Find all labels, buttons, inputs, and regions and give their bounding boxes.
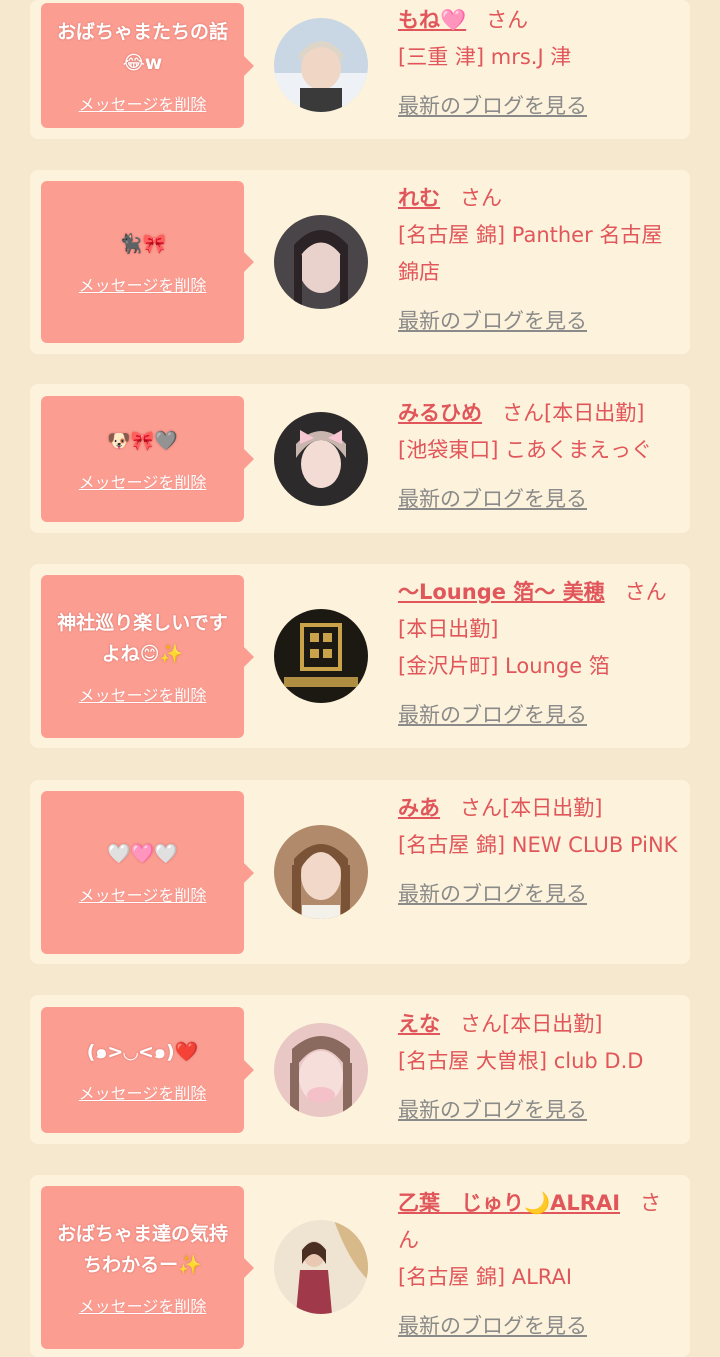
entry-info: 〜Lounge 箔〜 美穂 さん[本日出勤] [金沢片町] Lounge 箔 最新… <box>398 574 680 734</box>
view-blog-link[interactable]: 最新のブログを見る <box>398 1308 680 1345</box>
girl-name-link[interactable]: れむ <box>398 186 440 210</box>
view-blog-link[interactable]: 最新のブログを見る <box>398 303 680 340</box>
shop-label: [金沢片町] Lounge 箔 <box>398 654 610 678</box>
delete-message-link[interactable]: メッセージを削除 <box>79 882 207 906</box>
girl-name-link[interactable]: もね🩷 <box>398 8 466 32</box>
message-text: おばちゃま達の気持ちわかるー✨ <box>56 1222 228 1276</box>
view-blog-link[interactable]: 最新のブログを見る <box>398 481 680 518</box>
entry-info: れむ さん [名古屋 錦] Panther 名古屋錦店 最新のブログを見る <box>398 180 680 340</box>
shop-label: [名古屋 錦] ALRAI <box>398 1265 573 1289</box>
girl-name-link[interactable]: 〜Lounge 箔〜 美穂 <box>398 580 605 604</box>
shop-label: [名古屋 錦] NEW CLUB PiNK <box>398 833 678 857</box>
san-suffix: さん <box>486 8 529 32</box>
shop-label: [三重 津] mrs.J 津 <box>398 45 572 69</box>
avatar[interactable] <box>274 412 368 506</box>
message-text: 🐈‍⬛🎀 <box>118 232 167 255</box>
message-bubble: 🐈‍⬛🎀 メッセージを削除 <box>41 181 254 343</box>
delete-message-link[interactable]: メッセージを削除 <box>79 1080 207 1104</box>
girl-name-link[interactable]: えな <box>398 1012 440 1036</box>
message-card: 神社巡り楽しいですよね😊✨ メッセージを削除 〜Lounge 箔〜 美穂 さん[本… <box>30 564 690 748</box>
message-card: 🐈‍⬛🎀 メッセージを削除 れむ さん [名古屋 錦] Panther 名古屋錦店… <box>30 170 690 354</box>
avatar[interactable] <box>274 1220 368 1314</box>
entry-info: みあ さん[本日出勤] [名古屋 錦] NEW CLUB PiNK 最新のブログを… <box>398 790 680 913</box>
message-text: おばちゃまたちの話😂w <box>56 20 228 74</box>
entry-info: もね🩷 さん [三重 津] mrs.J 津 最新のブログを見る <box>398 2 680 125</box>
message-text: 神社巡り楽しいですよね😊✨ <box>57 611 228 665</box>
entry-info: えな さん[本日出勤] [名古屋 大曽根] club D.D 最新のブログを見る <box>398 1006 680 1129</box>
message-card: おばちゃま達の気持ちわかるー✨ メッセージを削除 乙葉 じゅり🌙ALRAI さん … <box>30 1175 690 1357</box>
girl-name-link[interactable]: 乙葉 じゅり🌙ALRAI <box>398 1191 620 1215</box>
message-bubble: 🐶🎀🩶 メッセージを削除 <box>41 396 254 522</box>
shop-label: [名古屋 大曽根] club D.D <box>398 1049 644 1073</box>
delete-message-link[interactable]: メッセージを削除 <box>79 469 207 493</box>
delete-message-link[interactable]: メッセージを削除 <box>79 682 207 706</box>
message-text: (๑>◡<๑)❤️ <box>86 1040 199 1063</box>
san-suffix: さん[本日出勤] <box>502 401 645 425</box>
message-card: (๑>◡<๑)❤️ メッセージを削除 えな さん[本日出勤] [名古屋 大曽根] … <box>30 995 690 1144</box>
delete-message-link[interactable]: メッセージを削除 <box>79 91 207 115</box>
message-bubble: (๑>◡<๑)❤️ メッセージを削除 <box>41 1007 254 1133</box>
avatar[interactable] <box>274 609 368 703</box>
san-suffix: さん[本日出勤] <box>460 796 603 820</box>
message-text: 🤍🩷🤍 <box>107 843 178 865</box>
avatar[interactable] <box>274 215 368 309</box>
entry-info: 乙葉 じゅり🌙ALRAI さん [名古屋 錦] ALRAI 最新のブログを見る <box>398 1185 680 1345</box>
message-card: おばちゃまたちの話😂w メッセージを削除 もね🩷 さん [三重 津] mrs.J … <box>30 0 690 139</box>
message-bubble: 🤍🩷🤍 メッセージを削除 <box>41 791 254 954</box>
message-text: 🐶🎀🩶 <box>107 429 178 452</box>
san-suffix: さん <box>460 186 502 210</box>
view-blog-link[interactable]: 最新のブログを見る <box>398 697 680 734</box>
shop-label: [池袋東口] こあくまえっぐ <box>398 438 653 462</box>
girl-name-link[interactable]: みるひめ <box>398 401 482 425</box>
view-blog-link[interactable]: 最新のブログを見る <box>398 876 680 913</box>
message-card: 🐶🎀🩶 メッセージを削除 みるひめ さん[本日出勤] [池袋東口] こあくまえっぐ… <box>30 384 690 533</box>
message-card: 🤍🩷🤍 メッセージを削除 みあ さん[本日出勤] [名古屋 錦] NEW CLUB… <box>30 780 690 964</box>
entry-info: みるひめ さん[本日出勤] [池袋東口] こあくまえっぐ 最新のブログを見る <box>398 395 680 518</box>
avatar[interactable] <box>274 825 368 919</box>
delete-message-link[interactable]: メッセージを削除 <box>79 272 207 296</box>
view-blog-link[interactable]: 最新のブログを見る <box>398 88 680 125</box>
avatar[interactable] <box>274 1023 368 1117</box>
san-suffix: さん[本日出勤] <box>460 1012 603 1036</box>
girl-name-link[interactable]: みあ <box>398 796 440 820</box>
shop-label: [名古屋 錦] Panther 名古屋錦店 <box>398 223 663 284</box>
message-bubble: おばちゃま達の気持ちわかるー✨ メッセージを削除 <box>41 1186 254 1349</box>
delete-message-link[interactable]: メッセージを削除 <box>79 1293 207 1317</box>
view-blog-link[interactable]: 最新のブログを見る <box>398 1092 680 1129</box>
message-bubble: 神社巡り楽しいですよね😊✨ メッセージを削除 <box>41 575 254 738</box>
avatar[interactable] <box>274 18 368 112</box>
message-bubble: おばちゃまたちの話😂w メッセージを削除 <box>41 3 254 128</box>
